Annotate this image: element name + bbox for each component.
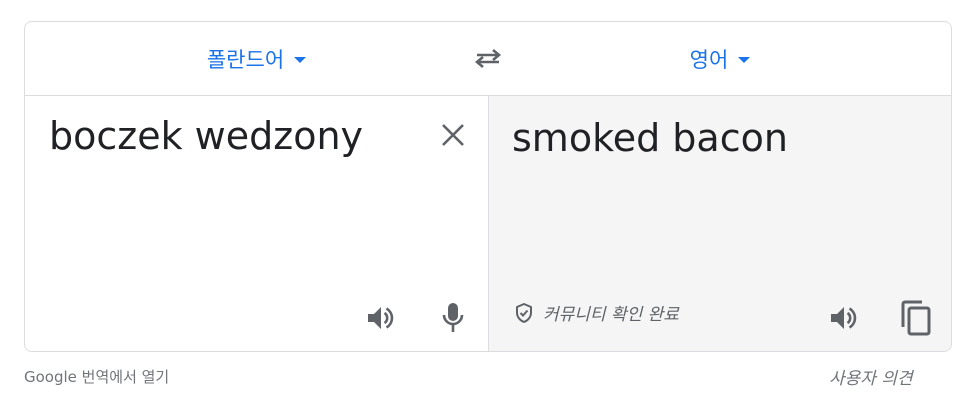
- source-language-selector[interactable]: 폴란드어: [25, 22, 488, 95]
- source-listen-button[interactable]: [361, 298, 401, 338]
- chevron-down-icon: [294, 57, 307, 63]
- feedback-link[interactable]: 사용자 의견: [829, 364, 913, 389]
- clear-button[interactable]: [433, 115, 473, 155]
- copy-button[interactable]: [895, 298, 935, 338]
- microphone-button[interactable]: [433, 298, 473, 338]
- source-text-input[interactable]: boczek wedzony: [49, 112, 429, 160]
- source-language-label: 폴란드어: [206, 47, 285, 72]
- speaker-icon: [368, 307, 394, 329]
- target-pane: smoked bacon 커뮤니티 확인 완료: [488, 96, 951, 351]
- shield-check-icon: [513, 302, 535, 324]
- open-in-google-translate-link[interactable]: Google 번역에서 열기: [24, 366, 169, 387]
- microphone-icon: [442, 303, 464, 332]
- close-icon: [442, 124, 464, 146]
- target-language-label: 영어: [689, 47, 729, 72]
- target-listen-button[interactable]: [824, 298, 864, 338]
- community-verified-badge: 커뮤니티 확인 완료: [513, 300, 679, 325]
- target-language-selector[interactable]: 영어: [488, 22, 951, 95]
- language-bar: 폴란드어 영어: [25, 22, 951, 96]
- copy-icon: [901, 300, 931, 336]
- speaker-icon: [831, 307, 857, 329]
- chevron-down-icon: [738, 57, 751, 63]
- verified-label: 커뮤니티 확인 완료: [543, 305, 679, 325]
- translation-text: smoked bacon: [512, 116, 788, 160]
- translate-card: 폴란드어 영어 boczek wedzony smoked bacon 커뮤니티…: [24, 21, 952, 352]
- source-pane: boczek wedzony: [25, 96, 488, 351]
